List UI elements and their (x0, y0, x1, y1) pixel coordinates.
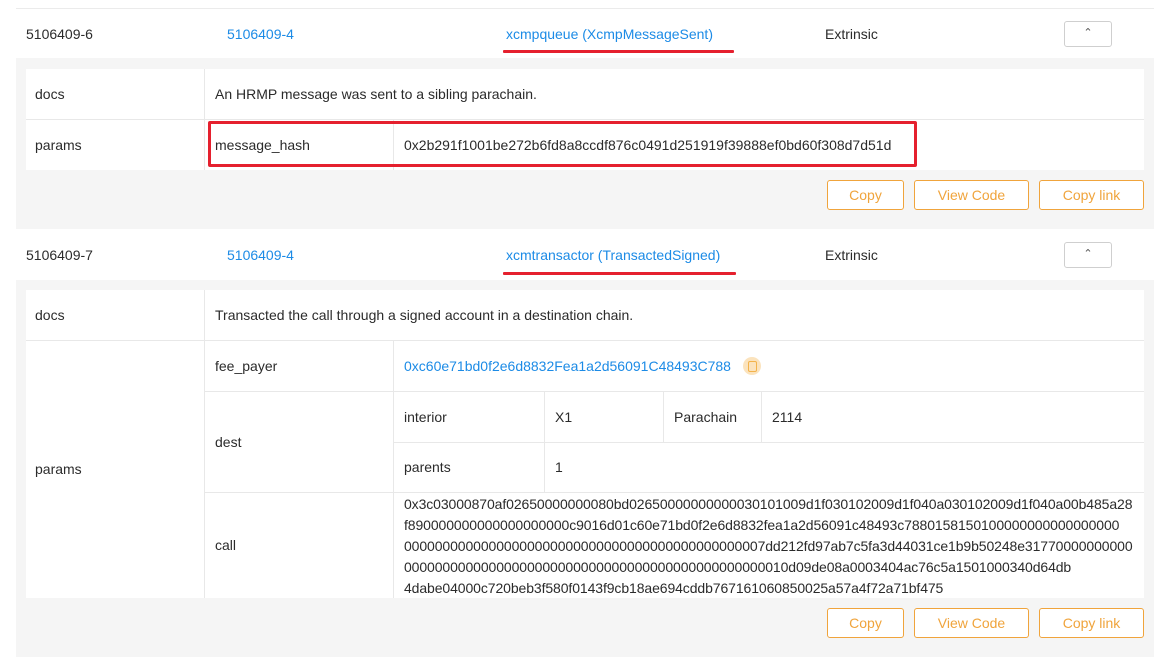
docs-label: docs (35, 86, 65, 102)
extrinsic-link[interactable]: 5106409-4 (227, 246, 294, 264)
call-data-line: 4dabe04000c720beb3f580f0143f9cb18ae694cd… (404, 580, 944, 596)
table-divider (204, 290, 205, 598)
table-divider (663, 392, 664, 442)
red-underline-annotation (503, 50, 734, 53)
copy-link-button[interactable]: Copy link (1039, 608, 1144, 638)
table-divider (26, 119, 1144, 120)
table-divider (393, 341, 394, 598)
fee-payer-address-link[interactable]: 0xc60e71bd0f2e6d8832Fea1a2d56091C48493C7… (404, 356, 731, 376)
red-box-annotation (208, 121, 917, 167)
collapse-toggle-button[interactable]: ⌃ (1064, 21, 1112, 47)
event-id: 5106409-7 (26, 247, 93, 263)
chevron-up-icon: ⌃ (1083, 248, 1093, 260)
chevron-up-icon: ⌃ (1083, 27, 1093, 39)
param-value-parachain: 2114 (772, 409, 803, 425)
param-key-call: call (215, 537, 237, 553)
view-code-button[interactable]: View Code (914, 180, 1029, 210)
param-value-parents: 1 (555, 459, 563, 475)
event-id: 5106409-6 (26, 26, 93, 42)
collapse-toggle-button[interactable]: ⌃ (1064, 242, 1112, 268)
event-detail-table: docs Transacted the call through a signe… (26, 290, 1144, 598)
call-data-line: f890000000000000000000c9016d01c60e71bd0f… (404, 517, 1120, 533)
copy-icon[interactable] (743, 357, 761, 375)
copy-link-button[interactable]: Copy link (1039, 180, 1144, 210)
call-data-line: 0x3c03000870af02650000000080bd0265000000… (404, 496, 1133, 512)
params-label: params (35, 461, 82, 477)
row-divider (16, 8, 1154, 9)
table-divider (393, 442, 1144, 443)
table-divider (26, 340, 1144, 341)
copy-button[interactable]: Copy (827, 608, 904, 638)
event-type: Extrinsic (825, 247, 878, 263)
call-data-line: 0000000000000000000000000000000000000000… (404, 559, 1072, 575)
event-module-link[interactable]: xcmpqueue (XcmpMessageSent) (506, 25, 713, 43)
param-key-interior: interior (404, 409, 447, 425)
table-divider (204, 391, 1144, 392)
extrinsic-link[interactable]: 5106409-4 (227, 25, 294, 43)
param-key-fee-payer: fee_payer (215, 358, 278, 374)
param-key-dest: dest (215, 434, 242, 450)
param-key-parents: parents (404, 459, 451, 475)
docs-label: docs (35, 307, 65, 323)
table-divider (204, 492, 1144, 493)
copy-button[interactable]: Copy (827, 180, 904, 210)
table-divider (204, 69, 205, 170)
docs-text: Transacted the call through a signed acc… (215, 307, 634, 323)
table-divider (761, 392, 762, 442)
view-code-button[interactable]: View Code (914, 608, 1029, 638)
docs-text: An HRMP message was sent to a sibling pa… (215, 86, 537, 102)
red-underline-annotation (503, 272, 736, 275)
event-type: Extrinsic (825, 26, 878, 42)
event-module-link[interactable]: xcmtransactor (TransactedSigned) (506, 246, 720, 264)
table-divider (544, 392, 545, 492)
params-label: params (35, 137, 82, 153)
param-value-interior: X1 (555, 409, 573, 425)
param-key-parachain: Parachain (674, 409, 738, 425)
call-data-line: 0000000000000000000000000000000000000000… (404, 538, 1133, 554)
